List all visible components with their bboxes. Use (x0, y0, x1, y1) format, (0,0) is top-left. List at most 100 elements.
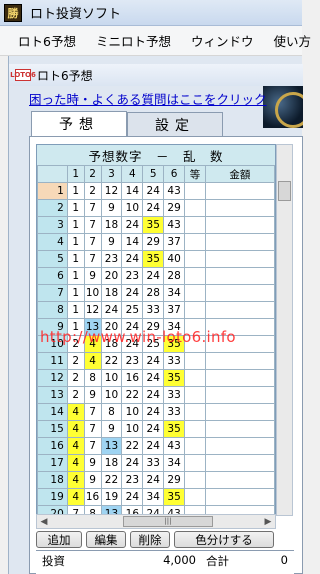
table-row[interactable]: 7 1 10 18 24 28 34 (37, 284, 275, 302)
amount-cell[interactable] (204, 471, 275, 489)
number-cell[interactable]: 2 (83, 182, 102, 200)
number-cell[interactable]: 35 (163, 420, 186, 438)
number-cell[interactable]: 35 (163, 488, 186, 506)
amount-cell[interactable] (204, 386, 275, 404)
number-cell[interactable]: 16 (121, 369, 144, 387)
amount-cell[interactable] (204, 267, 275, 285)
edit-button[interactable]: 編集 (86, 531, 126, 548)
number-cell[interactable]: 14 (121, 233, 144, 251)
number-cell[interactable]: 16 (83, 488, 102, 506)
amount-cell[interactable] (204, 216, 275, 234)
number-cell[interactable]: 4 (66, 454, 85, 472)
number-cell[interactable]: 35 (142, 250, 165, 268)
number-cell[interactable]: 24 (121, 488, 144, 506)
rank-cell[interactable] (184, 267, 206, 285)
number-cell[interactable]: 7 (83, 403, 102, 421)
number-cell[interactable]: 9 (100, 233, 123, 251)
number-cell[interactable]: 24 (142, 471, 165, 489)
table-row[interactable]: 5 1 7 23 24 35 40 (37, 250, 275, 268)
menu-miniloto[interactable]: ミニロト予想 (86, 31, 181, 50)
number-cell[interactable]: 24 (121, 250, 144, 268)
col-header-rank[interactable]: 等 (184, 165, 206, 183)
number-cell[interactable]: 24 (142, 386, 165, 404)
number-cell[interactable]: 40 (163, 250, 186, 268)
grid-vertical-scrollbar[interactable] (276, 144, 293, 516)
number-cell[interactable]: 2 (66, 352, 85, 370)
table-row[interactable]: 14 4 7 8 10 24 33 (37, 403, 275, 421)
number-cell[interactable]: 24 (142, 267, 165, 285)
amount-cell[interactable] (204, 403, 275, 421)
number-cell[interactable]: 7 (83, 233, 102, 251)
number-cell[interactable]: 4 (66, 437, 85, 455)
number-cell[interactable]: 1 (66, 182, 85, 200)
rank-cell[interactable] (184, 471, 206, 489)
row-number[interactable]: 3 (37, 216, 68, 234)
number-cell[interactable]: 10 (100, 369, 123, 387)
tab-forecast[interactable]: 予想 (31, 111, 127, 136)
number-cell[interactable]: 24 (142, 369, 165, 387)
grid-horizontal-scrollbar[interactable]: ◀ ||| ▶ (36, 514, 276, 529)
banner-image[interactable] (263, 86, 303, 128)
number-cell[interactable]: 9 (100, 420, 123, 438)
number-cell[interactable]: 22 (121, 437, 144, 455)
number-cell[interactable]: 25 (121, 301, 144, 319)
table-row[interactable]: 1 1 2 12 14 24 43 (37, 182, 275, 200)
number-cell[interactable]: 10 (83, 284, 102, 302)
table-row[interactable]: 18 4 9 22 23 24 29 (37, 471, 275, 489)
number-cell[interactable]: 7 (83, 216, 102, 234)
row-number[interactable]: 12 (37, 369, 68, 387)
number-cell[interactable]: 37 (163, 233, 186, 251)
rank-cell[interactable] (184, 437, 206, 455)
number-cell[interactable]: 35 (163, 369, 186, 387)
number-cell[interactable]: 4 (66, 471, 85, 489)
number-cell[interactable]: 2 (66, 369, 85, 387)
scroll-thumb[interactable] (278, 181, 291, 201)
number-cell[interactable]: 4 (83, 352, 102, 370)
number-cell[interactable]: 22 (100, 352, 123, 370)
number-cell[interactable]: 33 (163, 386, 186, 404)
number-cell[interactable]: 7 (83, 437, 102, 455)
amount-cell[interactable] (204, 301, 275, 319)
number-cell[interactable]: 23 (121, 267, 144, 285)
number-cell[interactable]: 18 (100, 454, 123, 472)
rank-cell[interactable] (184, 386, 206, 404)
row-number[interactable]: 18 (37, 471, 68, 489)
row-number[interactable]: 1 (37, 182, 68, 200)
menu-window[interactable]: ウィンドウ (181, 31, 264, 50)
number-cell[interactable]: 7 (83, 199, 102, 217)
rank-cell[interactable] (184, 454, 206, 472)
tab-settings[interactable]: 設定 (127, 112, 223, 136)
number-cell[interactable]: 9 (83, 471, 102, 489)
col-header-6[interactable]: 6 (163, 165, 186, 183)
rank-cell[interactable] (184, 369, 206, 387)
table-row[interactable]: 3 1 7 18 24 35 43 (37, 216, 275, 234)
color-code-button[interactable]: 色分けする (174, 531, 274, 548)
rank-cell[interactable] (184, 352, 206, 370)
amount-cell[interactable] (204, 488, 275, 506)
number-cell[interactable]: 18 (100, 284, 123, 302)
amount-cell[interactable] (204, 454, 275, 472)
row-number[interactable]: 4 (37, 233, 68, 251)
rank-cell[interactable] (184, 233, 206, 251)
rank-cell[interactable] (184, 403, 206, 421)
number-cell[interactable]: 1 (66, 199, 85, 217)
table-row[interactable]: 17 4 9 18 24 33 34 (37, 454, 275, 472)
rank-cell[interactable] (184, 488, 206, 506)
number-cell[interactable]: 9 (83, 386, 102, 404)
number-cell[interactable]: 4 (66, 420, 85, 438)
number-cell[interactable]: 10 (121, 420, 144, 438)
number-cell[interactable]: 22 (121, 386, 144, 404)
row-number[interactable]: 17 (37, 454, 68, 472)
table-row[interactable]: 8 1 12 24 25 33 37 (37, 301, 275, 319)
number-cell[interactable]: 19 (100, 488, 123, 506)
number-cell[interactable]: 24 (142, 403, 165, 421)
amount-cell[interactable] (204, 199, 275, 217)
number-cell[interactable]: 34 (142, 488, 165, 506)
amount-cell[interactable] (204, 250, 275, 268)
rank-cell[interactable] (184, 250, 206, 268)
number-cell[interactable]: 28 (142, 284, 165, 302)
table-row[interactable]: 16 4 7 13 22 24 43 (37, 437, 275, 455)
number-cell[interactable]: 7 (83, 250, 102, 268)
number-cell[interactable]: 14 (121, 182, 144, 200)
number-cell[interactable]: 29 (163, 199, 186, 217)
